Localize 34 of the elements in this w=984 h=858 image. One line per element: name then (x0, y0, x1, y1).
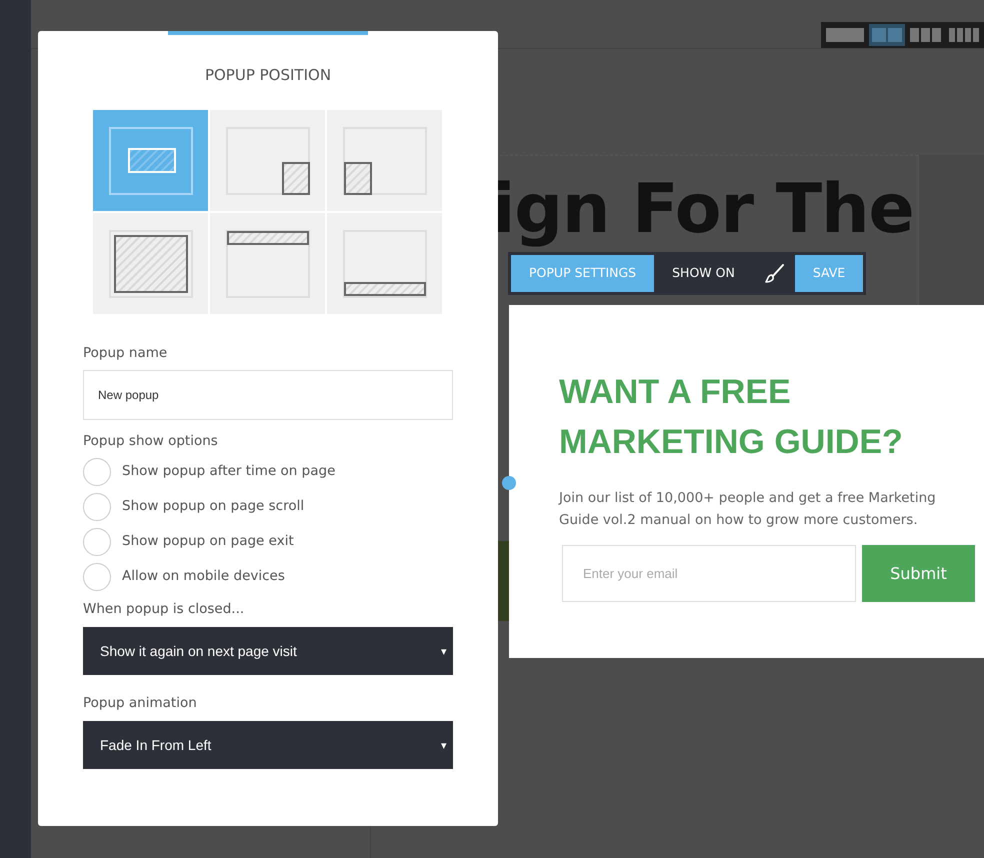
resize-handle[interactable] (502, 476, 516, 490)
radio-button[interactable] (83, 458, 111, 486)
position-option[interactable] (93, 110, 208, 211)
option-label: Show popup after time on page (122, 462, 336, 482)
option-label: Show popup on page scroll (122, 497, 304, 516)
radio-button[interactable] (83, 492, 111, 520)
position-option[interactable] (327, 213, 442, 314)
panel-title: POPUP POSITION (204, 65, 332, 85)
dropdown-select[interactable]: Fade In From Left ▾ (83, 721, 453, 769)
radio-button[interactable] (83, 528, 111, 556)
popup-name-field[interactable]: New popup (83, 370, 453, 420)
caret-icon: ▾ (441, 644, 447, 658)
dropdown-select[interactable]: Show it again on next page visit ▾ (83, 627, 453, 675)
email-field[interactable]: Enter your email (562, 545, 856, 602)
caret-icon: ▾ (441, 738, 447, 752)
field-label: Popup animation (83, 694, 198, 712)
toolbar-link[interactable]: SHOW ON (654, 255, 753, 292)
position-option[interactable] (210, 213, 325, 314)
radio-button[interactable] (83, 562, 111, 590)
option-label: Show popup on page exit (122, 532, 294, 552)
layout-icon (108, 126, 192, 194)
layout-icon (226, 230, 310, 298)
popup-title: WANT A FREE MARKETING GUIDE? (559, 372, 904, 463)
field-label: Popup name (83, 344, 168, 362)
popup-description: Join our list of 10,000+ people and get a free Marketing Guide vol.2 manual on how to grow more customers. (559, 489, 937, 530)
layout-icon (342, 126, 426, 194)
position-option[interactable] (93, 213, 208, 314)
layout-icon (226, 126, 310, 194)
field-label: Popup show options (83, 432, 219, 450)
field-label: When popup is closed... (83, 600, 246, 618)
background-heading: ign For The (492, 170, 914, 249)
option-label: Allow on mobile devices (122, 567, 285, 586)
layout-icon (108, 230, 192, 298)
layout-icon (342, 230, 426, 298)
